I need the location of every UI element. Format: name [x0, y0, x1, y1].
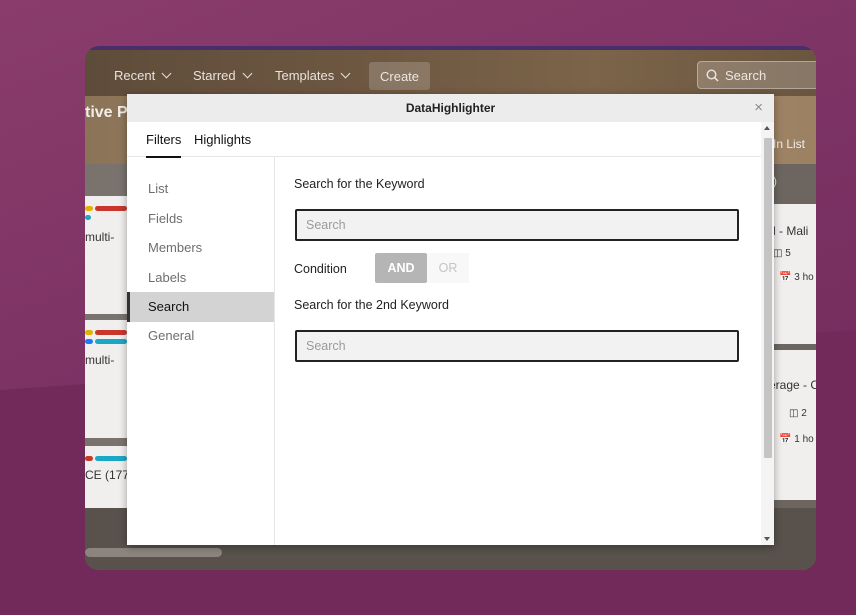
checklist-icon: ◫: [789, 408, 799, 419]
card-label: [95, 456, 127, 461]
second-keyword-input[interactable]: [295, 330, 739, 362]
nav-templates[interactable]: Templates: [275, 68, 351, 83]
sidebar-item-members[interactable]: Members: [127, 233, 274, 263]
sidebar-item-search[interactable]: Search: [127, 292, 274, 322]
datahighlighter-modal: DataHighlighter × Filters Highlights Lis…: [127, 94, 774, 545]
list-card[interactable]: multi-: [85, 196, 127, 314]
filters-sidebar: List Fields Members Labels Search Genera…: [127, 157, 275, 545]
calendar-icon: 📅: [779, 272, 792, 283]
create-button[interactable]: Create: [369, 62, 431, 90]
modal-title: DataHighlighter: [127, 94, 774, 122]
card-badge-checklist: ◫ 2: [789, 408, 807, 419]
card-label: [95, 339, 127, 344]
chevron-down-icon: [161, 68, 172, 79]
chevron-down-icon: [340, 68, 351, 79]
card-label: [85, 206, 93, 211]
card-label: [95, 330, 127, 335]
keyword-label: Search for the Keyword: [294, 177, 425, 191]
horizontal-scrollbar[interactable]: [85, 548, 222, 557]
card-title: erage - C: [769, 378, 816, 392]
keyword-input[interactable]: [295, 209, 739, 241]
card-title: d - Mali: [769, 224, 809, 238]
checklist-icon: ◫: [773, 248, 783, 259]
sidebar-item-fields[interactable]: Fields: [127, 204, 274, 234]
header-search-input[interactable]: Search: [697, 61, 816, 89]
card-label: [85, 215, 91, 220]
modal-tabs: Filters Highlights: [127, 122, 761, 158]
board-title[interactable]: tive P: [85, 104, 128, 122]
nav-starred[interactable]: Starred: [193, 68, 253, 83]
sidebar-item-labels[interactable]: Labels: [127, 263, 274, 293]
calendar-icon: 📅: [779, 434, 792, 445]
card-badge-time: 📅 1 ho: [779, 434, 814, 445]
card-label: [85, 339, 93, 344]
card-label: [85, 330, 93, 335]
condition-label: Condition: [294, 262, 347, 276]
scroll-up-icon[interactable]: [764, 126, 770, 130]
search-icon: [706, 68, 719, 82]
card-label: [85, 456, 93, 461]
card-title: CE (177: [85, 468, 130, 482]
sidebar-item-list[interactable]: List: [127, 174, 274, 204]
tab-filters[interactable]: Filters: [146, 132, 182, 158]
card-title: multi-: [85, 353, 115, 367]
card-badge-checklist: ◫ 5: [773, 248, 791, 259]
card-badge-time: 📅 3 ho: [779, 272, 814, 283]
close-icon[interactable]: ×: [754, 99, 763, 116]
in-list-button[interactable]: In List: [773, 137, 805, 151]
card-label: [95, 206, 127, 211]
list-card[interactable]: multi-: [85, 320, 127, 438]
trello-header: Recent Starred Templates Create Search: [85, 46, 816, 96]
scrollbar-thumb[interactable]: [764, 138, 772, 458]
nav-recent[interactable]: Recent: [114, 68, 172, 83]
condition-or-button[interactable]: OR: [427, 253, 469, 283]
search-panel: Search for the Keyword Condition AND OR …: [275, 157, 761, 545]
card-title: multi-: [85, 230, 115, 244]
condition-and-button[interactable]: AND: [375, 253, 427, 283]
chevron-down-icon: [242, 68, 253, 79]
list-card[interactable]: CE (177: [85, 446, 130, 508]
sidebar-item-general[interactable]: General: [127, 321, 274, 351]
scroll-down-icon[interactable]: [764, 537, 770, 541]
tab-highlights[interactable]: Highlights: [194, 132, 251, 147]
vertical-scrollbar[interactable]: [761, 122, 774, 545]
second-keyword-label: Search for the 2nd Keyword: [294, 298, 449, 312]
